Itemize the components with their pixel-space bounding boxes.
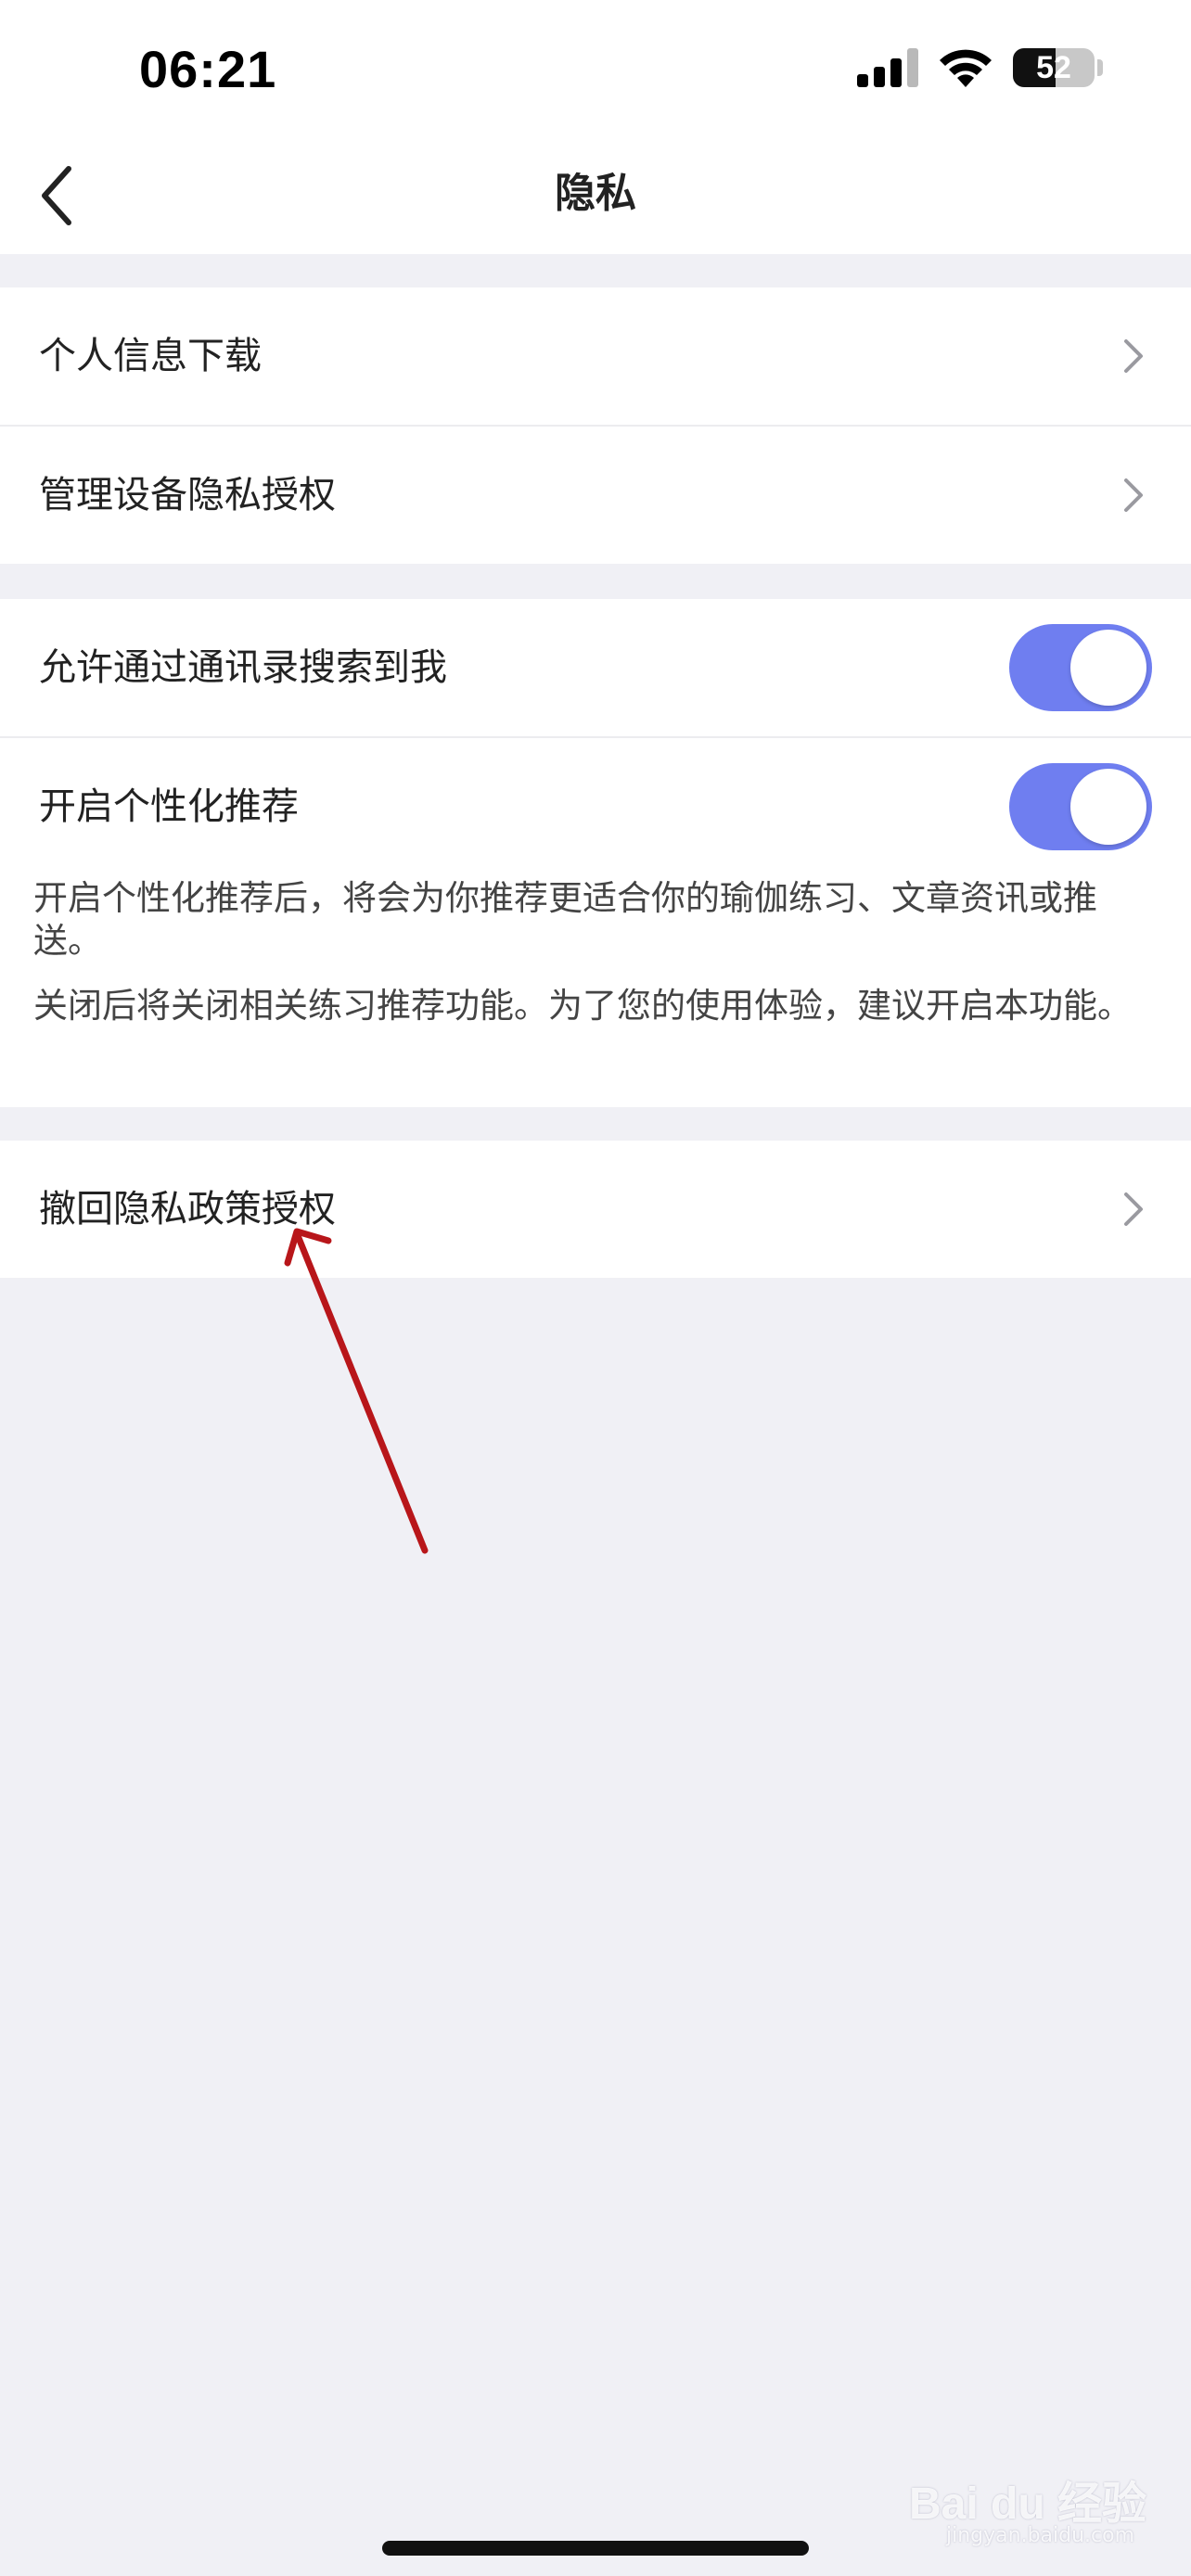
row-personalized-recommendation: 开启个性化推荐: [0, 738, 1191, 875]
battery-level: 52: [1036, 50, 1071, 85]
status-bar: 06:21 52: [0, 0, 1191, 141]
row-label: 个人信息下载: [39, 335, 262, 377]
annotation-arrow-icon: [284, 1228, 429, 1554]
chevron-right-icon: [1124, 1192, 1143, 1226]
row-label: 开启个性化推荐: [39, 785, 299, 828]
home-indicator[interactable]: [382, 2541, 809, 2556]
page-title: 隐私: [555, 170, 636, 217]
wifi-icon: [940, 49, 992, 87]
watermark-logo: Bai du 经验: [909, 2480, 1147, 2529]
personalized-recommendation-toggle[interactable]: [1009, 763, 1152, 850]
settings-group-data: 个人信息下载 管理设备隐私授权: [0, 287, 1191, 564]
settings-group-toggles: 允许通过通讯录搜索到我 开启个性化推荐 开启个性化推荐后，将会为你推荐更适合你的…: [0, 599, 1191, 1107]
chevron-right-icon: [1124, 339, 1143, 373]
row-label: 允许通过通讯录搜索到我: [39, 646, 447, 689]
row-label: 管理设备隐私授权: [39, 474, 336, 516]
contact-search-toggle[interactable]: [1009, 624, 1152, 711]
toggle-knob: [1070, 630, 1146, 706]
row-revoke-privacy-policy[interactable]: 撤回隐私政策授权: [0, 1141, 1191, 1278]
back-chevron-icon[interactable]: [35, 161, 80, 230]
recommendation-description: 开启个性化推荐后，将会为你推荐更适合你的瑜伽练习、文章资讯或推送。: [33, 878, 1097, 961]
signal-icon: [857, 48, 918, 87]
status-time: 06:21: [139, 40, 277, 98]
recommendation-off-description: 关闭后将关闭相关练习推荐功能。为了您的使用体验，建议开启本功能。: [33, 986, 1132, 1026]
nav-bar: 隐私: [0, 141, 1191, 254]
chevron-right-icon: [1124, 478, 1143, 512]
row-personal-info-download[interactable]: 个人信息下载: [0, 287, 1191, 425]
settings-group-revoke: 撤回隐私政策授权: [0, 1141, 1191, 1278]
row-device-privacy-authorization[interactable]: 管理设备隐私授权: [0, 427, 1191, 564]
watermark-url: jingyan.baidu.com: [946, 2524, 1135, 2547]
battery-cap: [1097, 59, 1103, 76]
battery-icon: 52: [1013, 48, 1095, 87]
toggle-knob: [1070, 769, 1146, 845]
privacy-settings-screen: 06:21 52 隐私 个人信息下载 管理设备隐私授权 允许通过通讯录搜索到我 …: [0, 0, 1191, 2576]
row-contact-search: 允许通过通讯录搜索到我: [0, 599, 1191, 736]
